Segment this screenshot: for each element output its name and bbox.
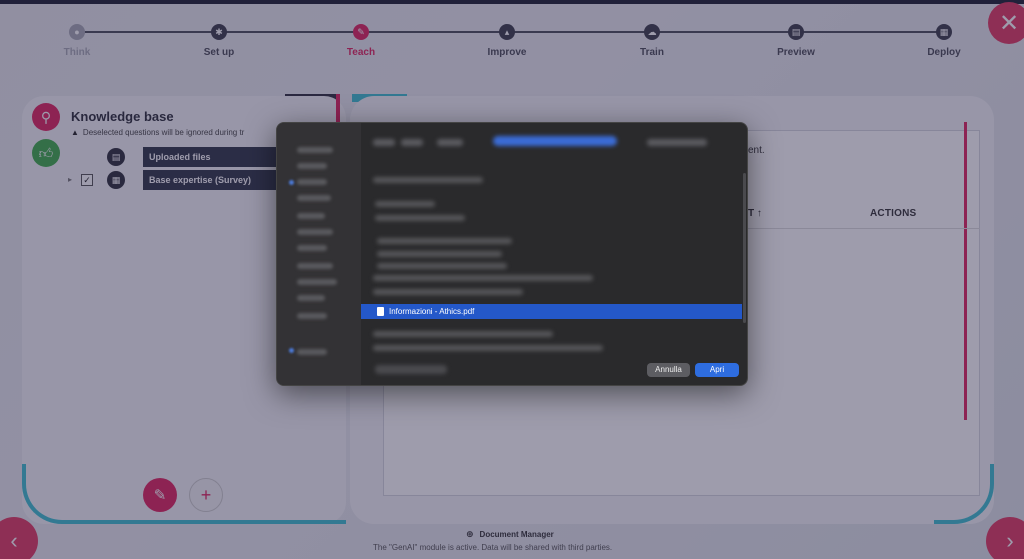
file-list-row[interactable]: [375, 201, 435, 207]
forward-button[interactable]: [401, 139, 423, 146]
dialog-sidebar: [277, 123, 361, 385]
file-list-row[interactable]: [375, 215, 465, 221]
sidebar-location[interactable]: [297, 349, 327, 355]
sidebar-location[interactable]: [297, 179, 327, 185]
sidebar-location[interactable]: [297, 263, 333, 269]
file-list-row[interactable]: [373, 177, 483, 183]
sidebar-location[interactable]: [297, 279, 337, 285]
file-list-row[interactable]: [373, 275, 593, 281]
sidebar-location[interactable]: [297, 195, 331, 201]
back-button[interactable]: [373, 139, 395, 146]
file-list-row[interactable]: [377, 238, 512, 244]
dialog-search-field[interactable]: [647, 139, 707, 146]
selected-file-row[interactable]: Informazioni - Athics.pdf: [361, 304, 742, 319]
location-popup[interactable]: [493, 136, 617, 146]
sidebar-location[interactable]: [297, 229, 333, 235]
sidebar-location[interactable]: [297, 147, 333, 153]
sidebar-location-dot: [289, 180, 294, 185]
file-name: Informazioni - Athics.pdf: [389, 307, 475, 316]
dialog-scrollbar[interactable]: [743, 173, 746, 323]
file-open-dialog: Informazioni - Athics.pdf Annulla Apri: [276, 122, 748, 386]
file-list-row[interactable]: [377, 263, 507, 269]
sidebar-location[interactable]: [297, 163, 327, 169]
view-toggle[interactable]: [437, 139, 463, 146]
sidebar-location-dot: [289, 348, 294, 353]
pdf-file-icon: [377, 307, 384, 316]
cancel-button[interactable]: Annulla: [647, 363, 690, 377]
file-list-row[interactable]: [377, 251, 502, 257]
options-button[interactable]: [375, 365, 447, 374]
file-list-row[interactable]: [373, 345, 603, 351]
sidebar-location[interactable]: [297, 213, 325, 219]
file-list-row[interactable]: [373, 289, 523, 295]
sidebar-location[interactable]: [297, 245, 327, 251]
sidebar-location[interactable]: [297, 313, 327, 319]
file-list-row[interactable]: [373, 331, 553, 337]
open-button[interactable]: Apri: [695, 363, 739, 377]
sidebar-location[interactable]: [297, 295, 325, 301]
